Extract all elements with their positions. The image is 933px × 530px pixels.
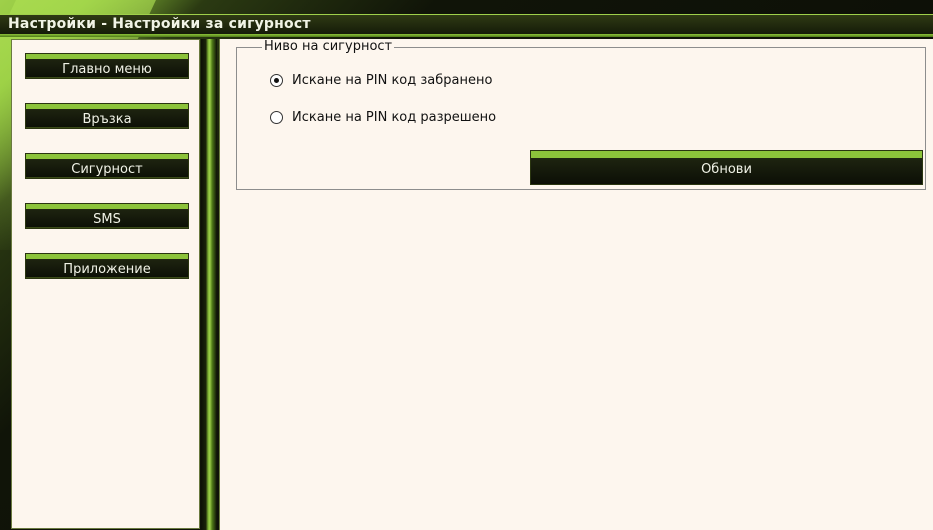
app-window: Настройки - Настройки за сигурност Главн… xyxy=(0,0,933,530)
title-underline xyxy=(0,34,933,37)
radio-label-pin-disabled: Искане на PIN код забранено xyxy=(292,72,493,88)
sidebar-item-security[interactable]: Сигурност xyxy=(26,154,188,178)
radio-checked-icon[interactable] xyxy=(270,73,283,87)
group-legend: Ниво на сигурност xyxy=(262,39,395,55)
radio-label-pin-enabled: Искане на PIN код разрешено xyxy=(292,109,497,125)
radio-option-pin-enabled[interactable]: Искане на PIN код разрешено xyxy=(270,107,496,127)
main-content: Ниво на сигурност Искане на PIN код забр… xyxy=(219,39,933,530)
sidebar-item-application[interactable]: Приложение xyxy=(26,254,188,278)
window-title: Настройки - Настройки за сигурност xyxy=(8,16,311,32)
security-level-group: Ниво на сигурност Искане на PIN код забр… xyxy=(236,39,926,190)
title-bar: Настройки - Настройки за сигурност xyxy=(0,14,933,35)
sidebar-item-connection[interactable]: Връзка xyxy=(26,104,188,128)
radio-unchecked-icon[interactable] xyxy=(270,110,283,124)
update-button[interactable]: Обнови xyxy=(531,151,922,184)
sidebar: Главно меню Връзка Сигурност SMS Приложе… xyxy=(11,39,200,529)
radio-option-pin-disabled[interactable]: Искане на PIN код забранено xyxy=(270,70,492,90)
panel-separator xyxy=(201,39,217,530)
sidebar-item-main-menu[interactable]: Главно меню xyxy=(26,54,188,78)
sidebar-item-sms[interactable]: SMS xyxy=(26,204,188,228)
